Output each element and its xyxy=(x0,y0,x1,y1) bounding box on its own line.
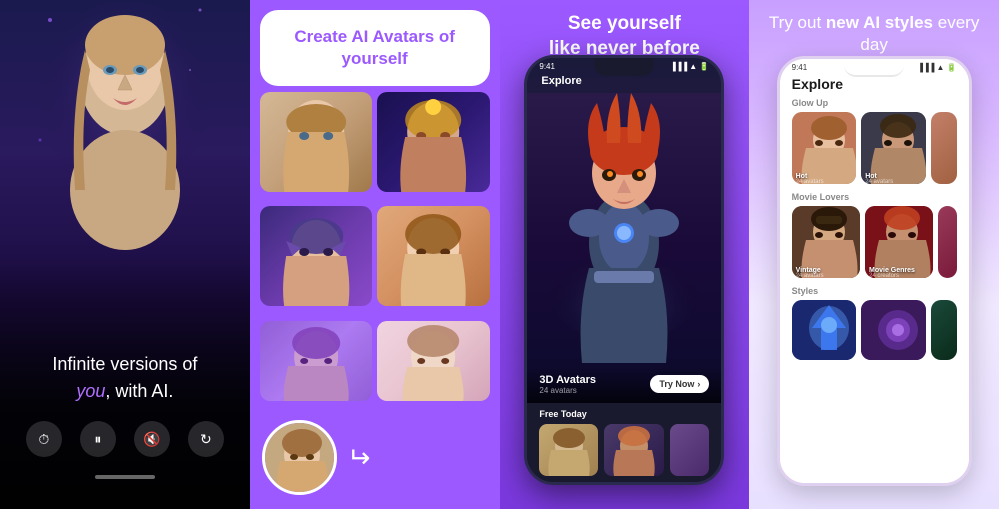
rotate-button[interactable]: ↻ xyxy=(188,421,224,457)
panel-4: Try out new AI styles every day 9:41 ▐▐▐… xyxy=(749,0,999,509)
panel1-text-line1: Infinite versions of xyxy=(52,354,197,374)
glow-up-cards: Hot 24 avatars Hot 24 avatars xyxy=(780,112,969,192)
panel4-title: Try out new AI styles every day xyxy=(749,12,999,56)
avatar-cell-6 xyxy=(377,321,489,401)
selfie-circle xyxy=(262,420,337,495)
style-card-3-partial xyxy=(931,300,957,360)
avatar-cell-3 xyxy=(260,206,372,306)
explore-label: Explore xyxy=(527,73,721,93)
panel-3: See yourself like never before 9:41 ▐▐▐ … xyxy=(500,0,750,509)
panel2-title-card: Create AI Avatars of yourself xyxy=(260,10,490,86)
vintage-card: Vintage 24 avatars xyxy=(792,206,860,278)
panel1-you: you xyxy=(76,381,105,401)
styles-cards xyxy=(780,300,969,360)
style-card-2 xyxy=(861,300,926,360)
style-card-1 xyxy=(792,300,857,360)
warrior-svg xyxy=(527,93,721,363)
status-bar: 9:41 ▐▐▐ ▲ 🔋 xyxy=(527,58,721,73)
phone-notch-2 xyxy=(844,59,904,77)
avatar-grid xyxy=(260,92,490,410)
timer-button[interactable]: ⏱ xyxy=(26,421,62,457)
explore-header-4: Explore xyxy=(780,74,969,98)
panel-2: Create AI Avatars of yourself xyxy=(250,0,500,509)
avatar-cell-4 xyxy=(377,206,489,306)
panel2-title: Create AI Avatars of yourself xyxy=(278,26,472,70)
free-today-section: Free Today xyxy=(527,403,721,482)
panel3-title: See yourself like never before xyxy=(500,12,750,61)
section-glow-up: Glow Up xyxy=(780,98,969,112)
volume-button[interactable]: 🔇 xyxy=(134,421,170,457)
pause-button[interactable]: ⏸ xyxy=(80,421,116,457)
panel2-bottom-row: ↵ xyxy=(260,416,490,499)
free-card-2 xyxy=(604,424,664,476)
avatar-cell-1 xyxy=(260,92,372,192)
hero-card-count: 24 avatars xyxy=(539,386,596,395)
phone-screen-3: 9:41 ▐▐▐ ▲ 🔋 Explore xyxy=(527,58,721,482)
panel1-ai: AI. xyxy=(151,381,173,401)
hot-card-2: Hot 24 avatars xyxy=(861,112,926,184)
home-indicator xyxy=(95,475,155,479)
avatar-cell-2 xyxy=(377,92,489,192)
phone-mockup-3: 9:41 ▐▐▐ ▲ 🔋 Explore xyxy=(524,55,724,485)
phone-mockup-4: 9:41 ▐▐▐ ▲ 🔋 Explore Glow Up Hot 24 avat… xyxy=(777,56,972,486)
panel-1: Infinite versions of you, with AI. ⏱ ⏸ 🔇… xyxy=(0,0,250,509)
hot-card-1: Hot 24 avatars xyxy=(792,112,857,184)
movie-lovers-cards: Vintage 24 avatars Movie Genres 24 creat… xyxy=(780,206,969,286)
free-card-3 xyxy=(670,424,709,476)
try-now-button[interactable]: Try Now › xyxy=(650,375,709,393)
hero-area: 3D Avatars 24 avatars Try Now › xyxy=(527,93,721,403)
movie-genres-card: Movie Genres 24 creators xyxy=(865,206,933,278)
phone-screen-4: 9:41 ▐▐▐ ▲ 🔋 Explore Glow Up Hot 24 avat… xyxy=(780,59,969,483)
section-movie-lovers: Movie Lovers xyxy=(780,192,969,206)
free-today-label: Free Today xyxy=(539,409,709,419)
hero-info-card: 3D Avatars 24 avatars Try Now › xyxy=(527,366,721,403)
movie-card-partial xyxy=(938,206,956,278)
free-today-cards xyxy=(539,424,709,476)
hot-card-3-partial xyxy=(931,112,957,184)
free-card-1 xyxy=(539,424,598,476)
hero-card-title: 3D Avatars xyxy=(539,374,596,386)
panel1-bottom-text: Infinite versions of you, with AI. xyxy=(52,351,197,405)
avatar-cell-5 xyxy=(260,321,372,401)
arrow-icon: ↵ xyxy=(347,441,370,474)
section-styles: Styles xyxy=(780,286,969,300)
